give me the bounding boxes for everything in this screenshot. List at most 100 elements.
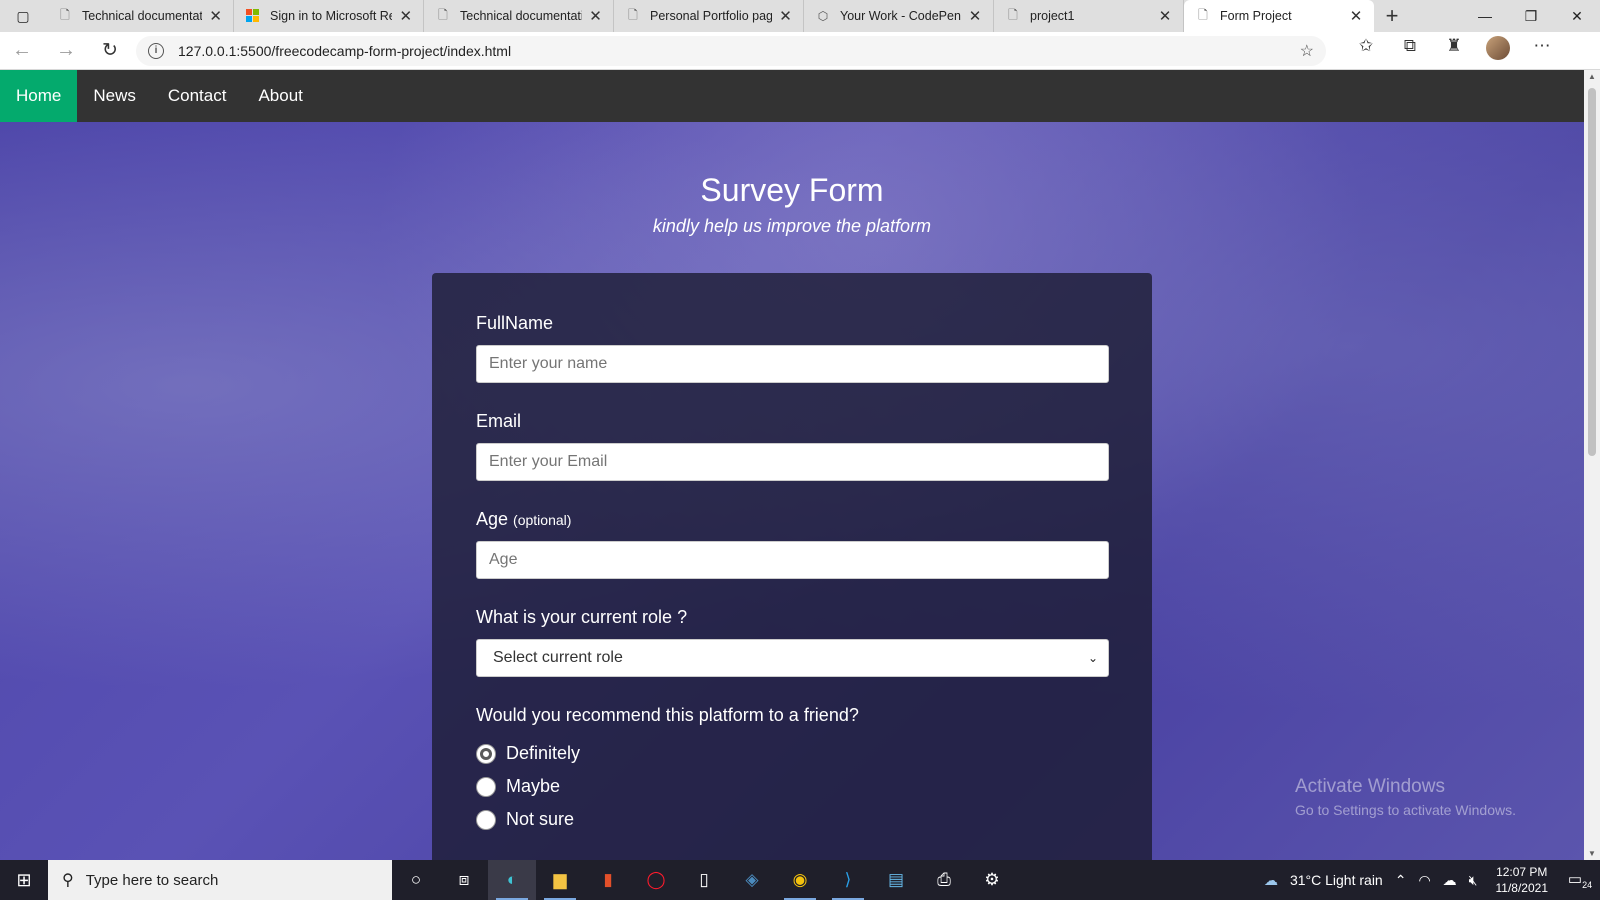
vscode-icon[interactable]: ⟩ [824,860,872,900]
clock[interactable]: 12:07 PM 11/8/2021 [1484,864,1561,896]
nav-contact[interactable]: Contact [152,70,243,122]
tab-title: Technical documentatio [82,9,203,23]
role-select[interactable]: Select current role ⌄ [476,639,1109,677]
taskbar-search[interactable]: ⚲ Type here to search [48,860,392,900]
url-field[interactable]: i 127.0.0.1:5500/freecodecamp-form-proje… [136,35,1326,66]
browser-tab-active[interactable]: 🗋 Form Project ✕ [1184,0,1374,32]
name-input[interactable] [476,345,1109,383]
notepad-icon[interactable]: ▯ [680,860,728,900]
email-group: Email [476,411,1109,481]
windows-start-icon[interactable]: ⊞ [0,870,48,891]
radio-button[interactable] [476,743,496,764]
nav-home[interactable]: Home [0,70,78,122]
browser-tab[interactable]: 🗋 Personal Portfolio page ✕ [614,0,804,32]
browser-tab[interactable]: 🗋 project1 ✕ [994,0,1184,32]
opera-icon[interactable]: ◯ [632,860,680,900]
office-icon[interactable]: ▮ [584,860,632,900]
close-icon[interactable]: ✕ [778,7,793,25]
close-window-icon[interactable]: ✕ [1554,0,1600,32]
tab-title: project1 [1030,9,1075,23]
close-icon[interactable]: ✕ [398,7,413,25]
radio-option-maybe[interactable]: Maybe [476,770,1108,803]
scroll-down-icon[interactable]: ▼ [1584,849,1600,858]
onedrive-icon[interactable]: ☁ [1437,872,1463,889]
wifi-icon[interactable]: ◠ [1412,872,1436,889]
task-view-icon[interactable]: ⧈ [440,860,488,900]
settings-gear-icon[interactable]: ⚙ [968,860,1016,900]
page-scrollbar[interactable]: ▲ ▼ [1584,70,1600,860]
remote-desktop-icon[interactable]: ▤ [872,860,920,900]
recommend-label: Would you recommend this platform to a f… [476,705,859,725]
add-favorite-icon[interactable]: ☆ [1300,41,1314,61]
age-optional-note: (optional) [513,512,572,528]
page-icon: 🗋 [1008,7,1018,22]
close-icon[interactable]: ✕ [967,7,983,25]
profile-avatar[interactable] [1476,36,1520,65]
email-input[interactable] [476,443,1109,481]
close-icon[interactable]: ✕ [208,7,223,25]
new-tab-button[interactable]: + [1374,0,1410,32]
avatar[interactable] [1486,36,1510,60]
notification-center-icon[interactable]: ▭24 [1560,870,1600,890]
watermark-subtitle: Go to Settings to activate Windows. [1295,802,1516,818]
recommend-group: Would you recommend this platform to a f… [476,705,1108,836]
printer-icon[interactable]: ⎙ [920,860,968,900]
more-icon[interactable]: ⋯ [1520,36,1564,65]
scrollbar-thumb[interactable] [1588,88,1596,456]
close-icon[interactable]: ✕ [1348,7,1364,25]
page-icon: 🗋 [1198,7,1208,22]
nav-news[interactable]: News [77,70,152,122]
collections-icon[interactable]: ⧉ [1388,36,1432,65]
favorites-icon[interactable]: ✩ [1344,36,1388,65]
restore-icon[interactable]: ❐ [1508,0,1554,32]
tab-title: Technical documentatio [460,9,583,23]
cortana-icon[interactable]: ○ [392,860,440,900]
back-icon[interactable]: ← [0,39,44,62]
survey-form: FullName Email Age (optional) What is yo… [432,273,1152,860]
reload-icon[interactable]: ↻ [88,39,132,62]
tab-title: Form Project [1220,9,1292,23]
age-label-row: Age (optional) [476,509,1108,531]
minimize-icon[interactable]: — [1462,0,1508,32]
watermark-title: Activate Windows [1295,776,1445,797]
chevron-down-icon: ⌄ [1087,651,1098,665]
close-icon[interactable]: ✕ [1157,7,1173,25]
file-explorer-icon[interactable]: ▆ [536,860,584,900]
radio-button[interactable] [476,776,496,797]
chrome-icon[interactable]: ◉ [776,860,824,900]
page-viewport: Home News Contact About Survey Form kind… [0,70,1584,860]
browser-tab[interactable]: Sign in to Microsoft Rew ✕ [234,0,424,32]
info-icon[interactable]: i [148,42,164,59]
radio-button[interactable] [476,809,496,830]
close-icon[interactable]: ✕ [588,7,603,25]
radio-option-definitely[interactable]: Definitely [476,737,1108,770]
url-text[interactable]: 127.0.0.1:5500/freecodecamp-form-project… [178,43,1300,59]
browser-tab[interactable]: 🗋 Technical documentatio ✕ [46,0,234,32]
volume-mute-icon[interactable]: 🔇︎ [1463,872,1484,889]
windows-taskbar: ⊞ ⚲ Type here to search ○ ⧈ ◐ ▆ ▮ ◯ ▯ ◈ … [0,860,1600,900]
nav-about[interactable]: About [242,70,318,122]
radio-label: Maybe [506,776,561,796]
page-title: Survey Form [700,172,884,208]
radio-option-not-sure[interactable]: Not sure [476,803,1108,836]
edge-icon[interactable]: ◐ [488,860,536,900]
browser-tab[interactable]: ⬡ Your Work - CodePen ✕ [804,0,994,32]
role-select-value: Select current role [493,649,623,666]
browser-tab-strip: ▢ 🗋 Technical documentatio ✕ Sign in to … [0,0,1600,32]
clock-date: 11/8/2021 [1495,881,1549,895]
age-input[interactable] [476,541,1109,579]
browser-tab[interactable]: 🗋 Technical documentatio ✕ [424,0,614,32]
weather-cloud-icon[interactable]: ☁ [1258,872,1284,889]
age-group: Age (optional) [476,509,1109,579]
tab-actions-icon[interactable]: ▢ [0,0,46,32]
weather-text[interactable]: 31°C Light rain [1284,872,1389,888]
radio-label: Not sure [506,809,575,829]
python-icon[interactable]: ◈ [728,860,776,900]
extensions-icon[interactable]: ♜ [1432,36,1476,65]
notification-count: 24 [1582,880,1593,890]
forward-icon[interactable]: → [44,39,88,62]
scroll-up-icon[interactable]: ▲ [1584,72,1600,81]
activate-windows-watermark: Activate Windows Go to Settings to activ… [1295,776,1516,818]
system-tray: ☁ 31°C Light rain ⌃ ◠ ☁ 🔇︎ 12:07 PM 11/8… [1258,864,1600,896]
chevron-up-icon[interactable]: ⌃ [1389,872,1413,889]
